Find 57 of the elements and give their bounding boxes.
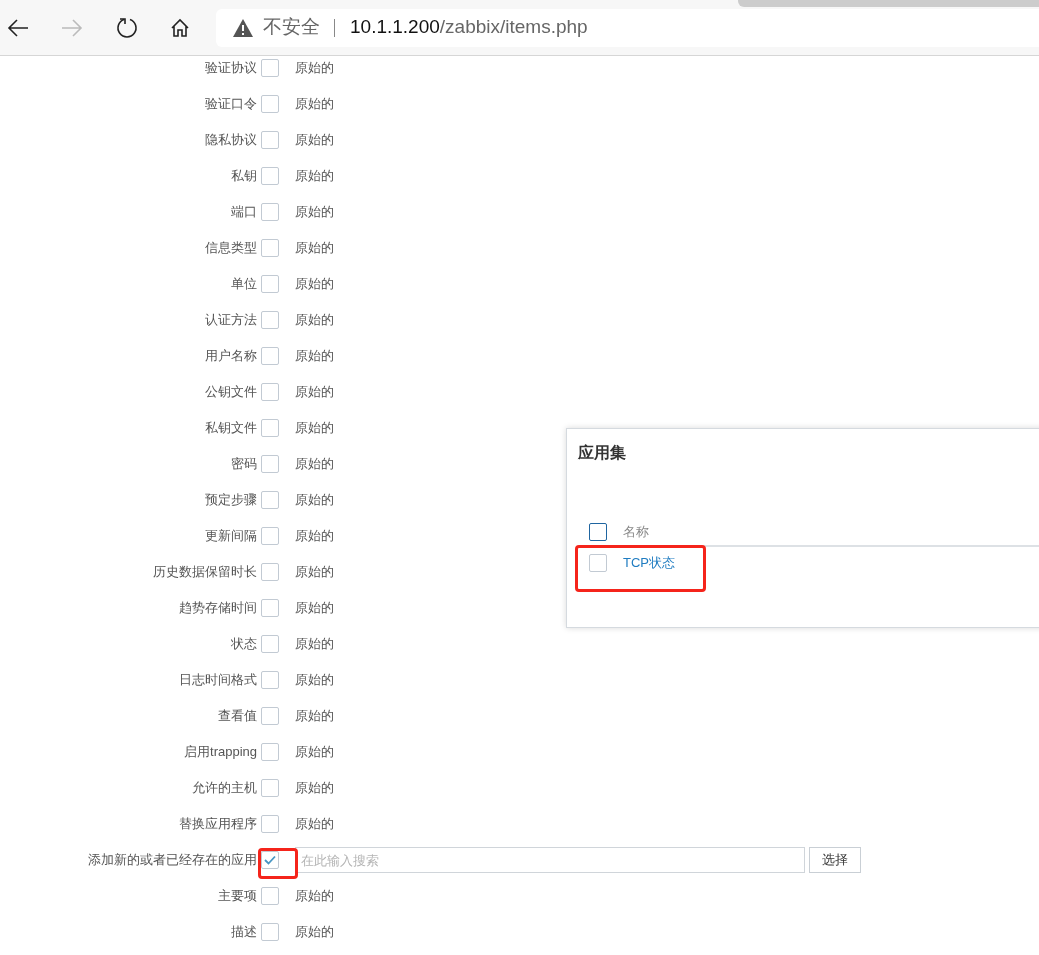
field-value: 原始的 bbox=[295, 923, 334, 942]
field-label: 趋势存储时间 bbox=[178, 599, 258, 618]
field-label: 添加新的或者已经存在的应用 bbox=[87, 851, 258, 870]
field-label: 描述 bbox=[230, 923, 258, 942]
field-value: 原始的 bbox=[295, 203, 334, 222]
field-value: 原始的 bbox=[295, 419, 334, 438]
field-value: 原始的 bbox=[295, 599, 334, 618]
field-label: 主要项 bbox=[217, 887, 258, 906]
field-value: 原始的 bbox=[295, 779, 334, 798]
field-label: 隐私协议 bbox=[204, 131, 258, 150]
field-label: 用户名称 bbox=[204, 347, 258, 366]
field-label: 公钥文件 bbox=[204, 383, 258, 402]
field-label: 历史数据保留时长 bbox=[152, 563, 258, 582]
field-label: 认证方法 bbox=[204, 311, 258, 330]
field-label: 验证口令 bbox=[204, 95, 258, 114]
field-label: 启用trapping bbox=[183, 743, 258, 762]
field-value: 原始的 bbox=[295, 671, 334, 690]
field-label: 查看值 bbox=[217, 707, 258, 726]
field-value: 原始的 bbox=[295, 383, 334, 402]
field-value: 原始的 bbox=[295, 707, 334, 726]
field-label: 端口 bbox=[230, 203, 258, 222]
field-value: 原始的 bbox=[295, 491, 334, 510]
field-label: 信息类型 bbox=[204, 239, 258, 258]
field-label: 日志时间格式 bbox=[178, 671, 258, 690]
url-text: 10.1.1.200/zabbix/items.php bbox=[350, 15, 588, 40]
field-value: 原始的 bbox=[295, 887, 334, 906]
field-value: 原始的 bbox=[295, 275, 334, 294]
field-label: 验证协议 bbox=[204, 59, 258, 78]
field-label: 单位 bbox=[230, 275, 258, 294]
field-value: 原始的 bbox=[295, 131, 334, 150]
search-field[interactable]: 在此输入搜索 bbox=[295, 847, 805, 873]
field-label: 私钥 bbox=[230, 167, 258, 186]
field-value: 原始的 bbox=[295, 167, 334, 186]
field-label: 状态 bbox=[230, 635, 258, 654]
security-label: 不安全 bbox=[263, 15, 320, 40]
address-bar[interactable]: 不安全 10.1.1.200/zabbix/items.php bbox=[216, 8, 1039, 47]
field-value: 原始的 bbox=[295, 95, 334, 114]
field-value: 原始的 bbox=[295, 455, 334, 474]
field-value: 原始的 bbox=[295, 239, 334, 258]
field-label: 私钥文件 bbox=[204, 419, 258, 438]
field-value: 原始的 bbox=[295, 563, 334, 582]
field-value: 原始的 bbox=[295, 311, 334, 330]
field-label: 替换应用程序 bbox=[178, 815, 258, 834]
field-value: 原始的 bbox=[295, 347, 334, 366]
field-label: 允许的主机 bbox=[191, 779, 258, 798]
select-button[interactable]: 选择 bbox=[809, 847, 861, 873]
field-value: 原始的 bbox=[295, 815, 334, 834]
field-label: 密码 bbox=[230, 455, 258, 474]
field-label: 预定步骤 bbox=[204, 491, 258, 510]
application-link[interactable]: TCP状态 bbox=[623, 553, 675, 573]
column-header: 名称 bbox=[623, 523, 649, 542]
field-label: 更新间隔 bbox=[204, 527, 258, 546]
field-value: 原始的 bbox=[295, 635, 334, 654]
field-value: 原始的 bbox=[295, 527, 334, 546]
field-value: 原始的 bbox=[295, 59, 334, 78]
dialog-title: 应用集 bbox=[578, 443, 626, 463]
field-value: 原始的 bbox=[295, 743, 334, 762]
